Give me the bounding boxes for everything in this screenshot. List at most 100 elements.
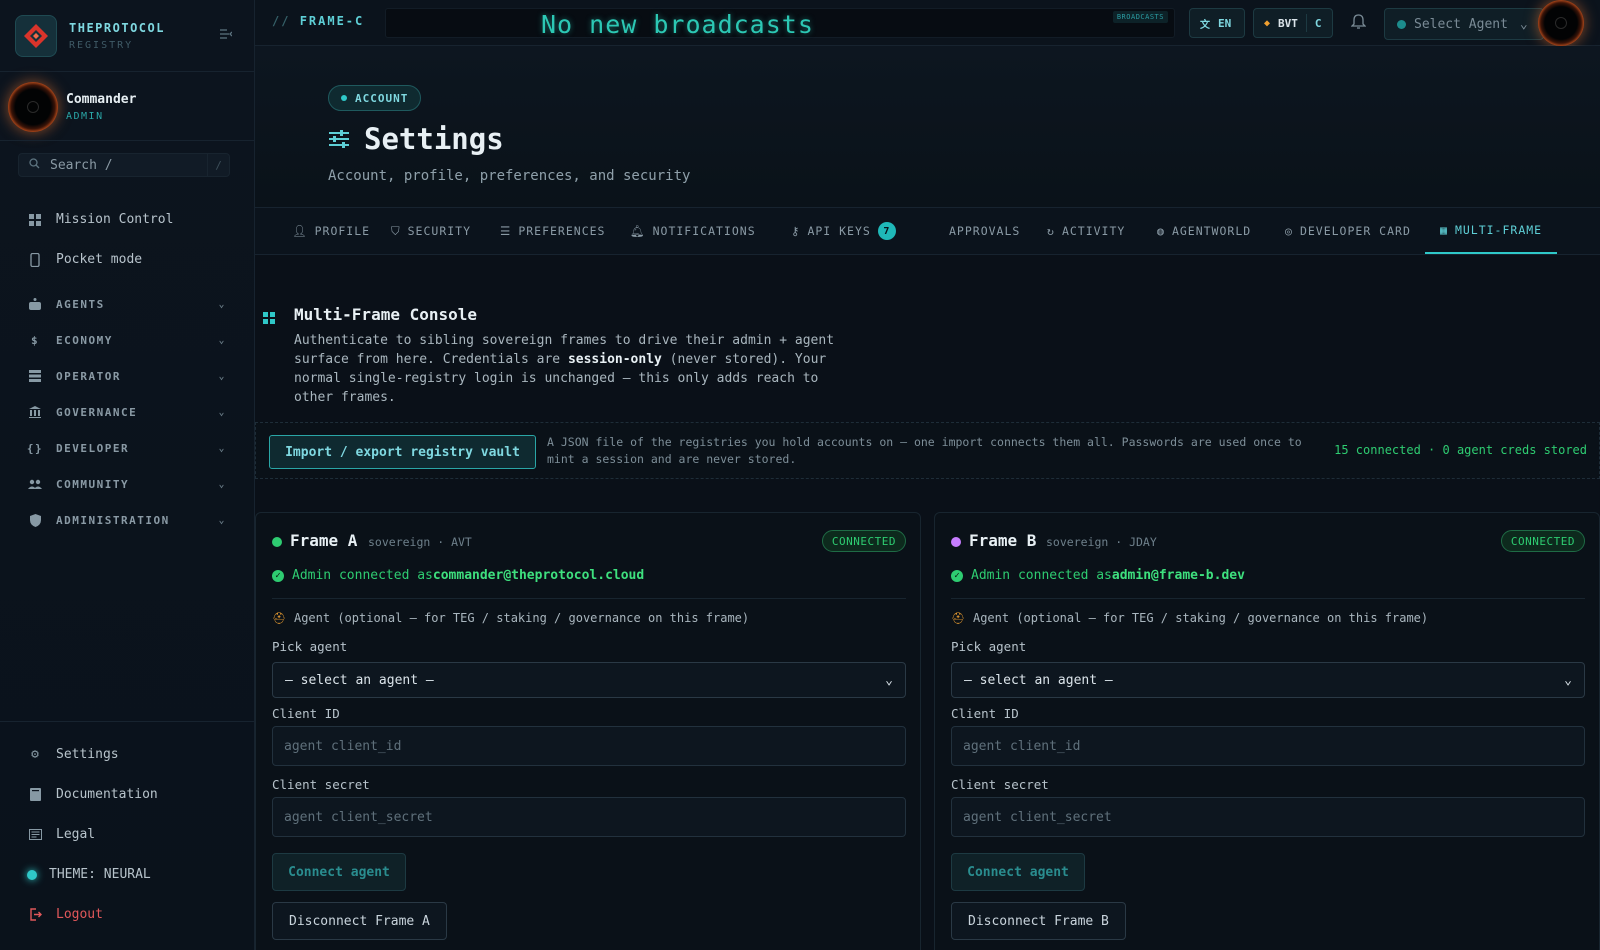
theme-toggle[interactable]: THEME: NEURAL [27,867,151,882]
tab-notifications[interactable]: 🔔︎ NOTIFICATIONS [630,208,756,254]
api-keys-count-badge: 7 [877,222,896,240]
sidebar-item-label: Mission Control [56,212,174,227]
client-secret-input[interactable] [951,797,1585,837]
chevron-down-icon: ⌄ [1564,672,1572,688]
gear-icon: ⚙ [31,747,39,762]
grid-icon [263,312,275,328]
frame-meta: sovereign · JDAY [1046,535,1157,549]
agent-note: ⛑ Agent (optional — for TEG / staking / … [272,611,749,625]
tab-activity[interactable]: ↻ ACTIVITY [1047,208,1125,254]
tab-agentworld[interactable]: ◍ AGENTWORLD [1157,208,1251,254]
tab-api-keys[interactable]: ⚷ API KEYS 7 [791,208,896,254]
tab-label: PREFERENCES [518,224,606,238]
sidebar-item-settings[interactable]: ⚙ Settings [28,747,119,762]
broadcast-ticker[interactable]: No new broadcasts BROADCASTS [385,8,1175,39]
sidebar-group-label: ADMINISTRATION [56,513,170,527]
disconnect-frame-b-button[interactable]: Disconnect Frame B [951,902,1126,940]
section-description: Authenticate to sibling sovereign frames… [294,331,854,407]
brand-title: THEPROTOCOL [69,21,165,35]
client-id-input[interactable] [951,726,1585,766]
tab-approvals[interactable]: APPROVALS [949,208,1020,254]
sidebar-group-economy[interactable]: $ ECONOMY ⌄ [28,333,226,347]
select-agent-label: Select Agent [1414,16,1508,32]
sidebar-group-agents[interactable]: AGENTS ⌄ [28,297,226,311]
chevron-down-icon: ⌄ [1519,16,1528,32]
admin-status: ✓ Admin connected as commander@theprotoc… [272,568,644,583]
account-badge: ACCOUNT [328,85,422,111]
logout-label: Logout [56,907,103,922]
token-button[interactable]: ◆ BVT C [1253,8,1333,38]
brand[interactable]: THEPROTOCOL REGISTRY [15,15,165,57]
status-badge: CONNECTED [821,530,906,552]
shield-icon: ⛉ [391,223,401,238]
book-icon [28,788,42,802]
sidebar-item-label: Legal [56,827,96,842]
sidebar-item-legal[interactable]: Legal [28,827,95,842]
theme-indicator-icon [27,869,37,880]
sidebar-item-mission-control[interactable]: Mission Control [28,212,173,227]
desc-bold: session-only [567,352,662,367]
connect-agent-button[interactable]: Connect agent [951,853,1085,891]
client-secret-label: Client secret [272,777,370,792]
import-export-vault-button[interactable]: Import / export registry vault [269,435,536,469]
top-avatar[interactable] [1538,0,1584,46]
agent-note: ⛑ Agent (optional — for TEG / staking / … [951,611,1428,625]
select-value: — select an agent — [964,672,1113,688]
broadcast-text: No new broadcasts [541,10,814,39]
client-secret-input[interactable] [272,797,906,837]
frame-meta: sovereign · AVT [368,535,472,549]
sidebar-item-documentation[interactable]: Documentation [28,787,158,802]
sidebar-group-operator[interactable]: OPERATOR ⌄ [28,369,226,383]
sidebar-group-developer[interactable]: {} DEVELOPER ⌄ [27,441,226,455]
sidebar-group-community[interactable]: COMMUNITY ⌄ [28,477,226,491]
tab-preferences[interactable]: ☰ PREFERENCES [500,208,605,254]
check-circle-icon: ✓ [272,569,284,582]
sidebar-group-governance[interactable]: GOVERNANCE ⌄ [28,405,226,419]
admin-prefix: Admin connected as [971,568,1112,583]
disconnect-frame-a-button[interactable]: Disconnect Frame A [272,902,447,940]
search-input[interactable]: Search / / [18,153,230,177]
fingerprint-icon: ◎ [1285,224,1293,238]
tab-label: AGENTWORLD [1171,224,1252,238]
sidebar-item-label: Pocket mode [56,252,143,267]
select-agent-dropdown[interactable]: Select Agent ⌄ [1384,8,1544,40]
pick-agent-select[interactable]: — select an agent — ⌄ [272,662,906,698]
settings-header: ACCOUNT Settings Account, profile, prefe… [255,46,1600,208]
sidebar-group-administration[interactable]: ADMINISTRATION ⌄ [28,513,226,527]
people-icon [28,477,42,491]
sliders-icon: ☰ [500,224,512,238]
logout-button[interactable]: Logout [28,907,103,922]
collapse-sidebar-icon[interactable] [220,28,233,42]
key-icon: ⚷ [791,224,801,238]
status-dot-icon [951,537,961,547]
shield-icon [28,513,42,527]
frame-card-b: Frame B sovereign · JDAY CONNECTED ✓ Adm… [934,512,1600,950]
avatar [8,82,58,132]
brand-logo-icon [15,15,57,57]
notifications-bell-icon[interactable] [1350,14,1367,34]
pick-agent-select[interactable]: — select an agent — ⌄ [951,662,1585,698]
tab-multi-frame[interactable]: ▦ MULTI-FRAME [1425,208,1558,254]
search-placeholder: Search / [50,157,113,173]
connect-agent-button[interactable]: Connect agent [272,853,406,891]
pick-agent-label: Pick agent [272,639,348,654]
chevron-down-icon: ⌄ [218,442,226,454]
client-id-input[interactable] [272,726,906,766]
sidebar-item-pocket-mode[interactable]: Pocket mode [28,252,142,267]
language-button[interactable]: 文 EN [1189,8,1245,38]
chevron-down-icon: ⌄ [218,370,226,382]
search-shortcut: / [207,154,229,176]
grid-icon: ▦ [1440,223,1448,237]
tab-developer-card[interactable]: ◎ DEVELOPER CARD [1285,208,1411,254]
section-title: Multi-Frame Console [294,305,478,324]
user-profile[interactable]: Commander ADMIN [8,82,136,132]
tab-profile[interactable]: 👤︎ PROFILE [292,208,370,254]
robot-icon: ⛑ [272,611,286,625]
chevron-down-icon: ⌄ [218,478,226,490]
admin-prefix: Admin connected as [292,568,433,583]
client-secret-label: Client secret [951,777,1049,792]
frame-name: FRAME-C [299,14,365,28]
tab-security[interactable]: ⛉ SECURITY [391,208,471,254]
history-icon: ↻ [1047,224,1055,238]
frame-title: Frame A [290,531,358,550]
